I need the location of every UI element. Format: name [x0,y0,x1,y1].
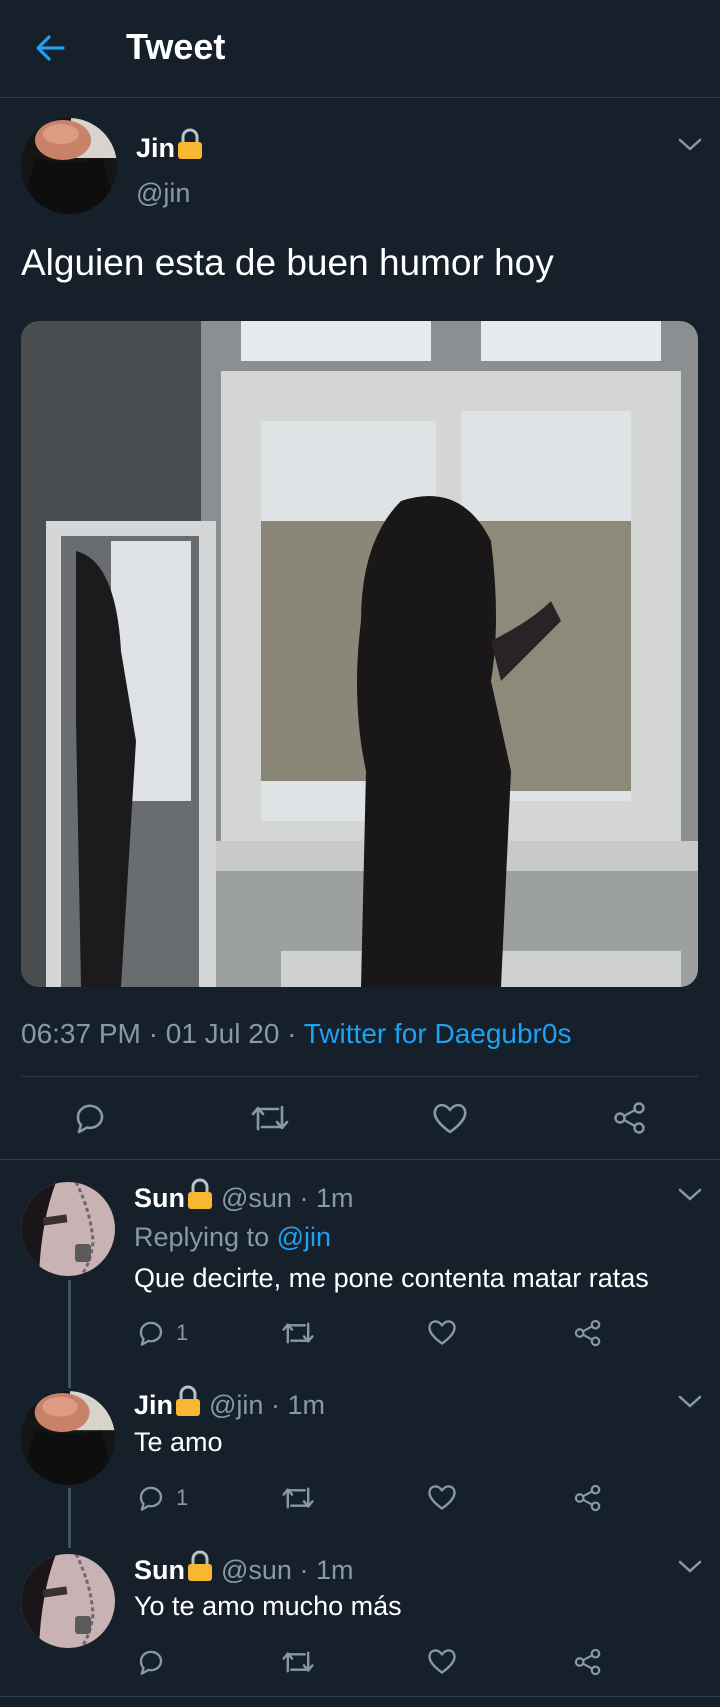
divider [0,1696,720,1697]
tweet-author-name: Jin [136,128,203,167]
heart-icon [428,1320,456,1345]
tweet-date: 01 Jul 20 [165,1018,280,1049]
avatar-jin[interactable] [21,118,117,214]
divider [21,1076,698,1077]
share-button[interactable] [573,1647,603,1677]
share-icon [574,1484,601,1512]
reply-header: Sun @sun · 1m [134,1178,353,1217]
tweet-text: Alguien esta de buen humor hoy [21,242,554,283]
heart-icon [428,1649,456,1674]
share-icon [574,1648,601,1676]
share-icon [614,1102,645,1134]
retweet-button[interactable] [281,1318,315,1348]
lock-icon [187,1178,213,1217]
reply-button[interactable]: 1 [136,1318,188,1348]
reply-text: Que decirte, me pone contenta matar rata… [134,1263,649,1293]
retweet-button[interactable] [250,1101,290,1135]
reply-icon [139,1321,163,1346]
reply-count: 1 [176,1485,189,1510]
chevron-down-icon[interactable] [677,1559,703,1575]
reply-text: Te amo [134,1427,223,1457]
reply-button[interactable] [72,1100,108,1136]
page-title: Tweet [126,26,226,67]
reply-text: Yo te amo mucho más [134,1591,402,1621]
reply-header: Sun @sun · 1m [134,1550,353,1589]
reply-button[interactable] [136,1647,166,1677]
chevron-down-icon[interactable] [677,1394,703,1410]
retweet-icon [282,1487,314,1509]
share-button[interactable] [573,1318,603,1348]
tweet-photo[interactable] [21,321,698,987]
top-bar: Tweet [0,0,720,98]
tweet-time: 06:37 PM [21,1018,141,1049]
divider [0,1159,720,1160]
heart-icon [428,1485,456,1510]
retweet-icon [251,1105,289,1131]
heart-icon [433,1103,467,1134]
avatar-sun[interactable] [21,1182,115,1276]
back-button[interactable] [30,28,70,68]
reply-header: Jin @jin · 1m [134,1385,325,1424]
avatar-jin[interactable] [21,1391,115,1485]
reply-icon [139,1650,163,1675]
arrow-left-icon [36,35,65,61]
like-button[interactable] [427,1647,457,1675]
retweet-button[interactable] [281,1483,315,1513]
reply-button[interactable]: 1 [136,1483,188,1513]
like-button[interactable] [427,1483,457,1511]
reply-icon [76,1104,104,1134]
lock-icon [175,1385,201,1424]
retweet-icon [282,1651,314,1673]
share-button[interactable] [612,1100,648,1136]
tweet-author-handle: @jin [136,178,191,208]
retweet-icon [282,1322,314,1344]
reply-count: 1 [176,1320,189,1345]
tweet-meta: 06:37 PM · 01 Jul 20 · Twitter for Daegu… [21,1018,572,1049]
avatar-sun[interactable] [21,1554,115,1648]
chevron-down-icon[interactable] [677,1187,703,1203]
thread-line [68,1488,71,1548]
lock-icon [177,128,203,167]
thread-line [68,1280,71,1388]
replying-to: Replying to @jin [134,1222,332,1252]
reply-icon [139,1486,163,1511]
retweet-button[interactable] [281,1647,315,1677]
chevron-down-icon[interactable] [677,137,703,153]
like-button[interactable] [432,1101,468,1135]
lock-icon [187,1550,213,1589]
tweet-source-link[interactable]: Twitter for Daegubr0s [304,1018,572,1049]
share-button[interactable] [573,1483,603,1513]
share-icon [574,1319,601,1347]
like-button[interactable] [427,1318,457,1346]
mention-link[interactable]: @jin [277,1222,331,1252]
